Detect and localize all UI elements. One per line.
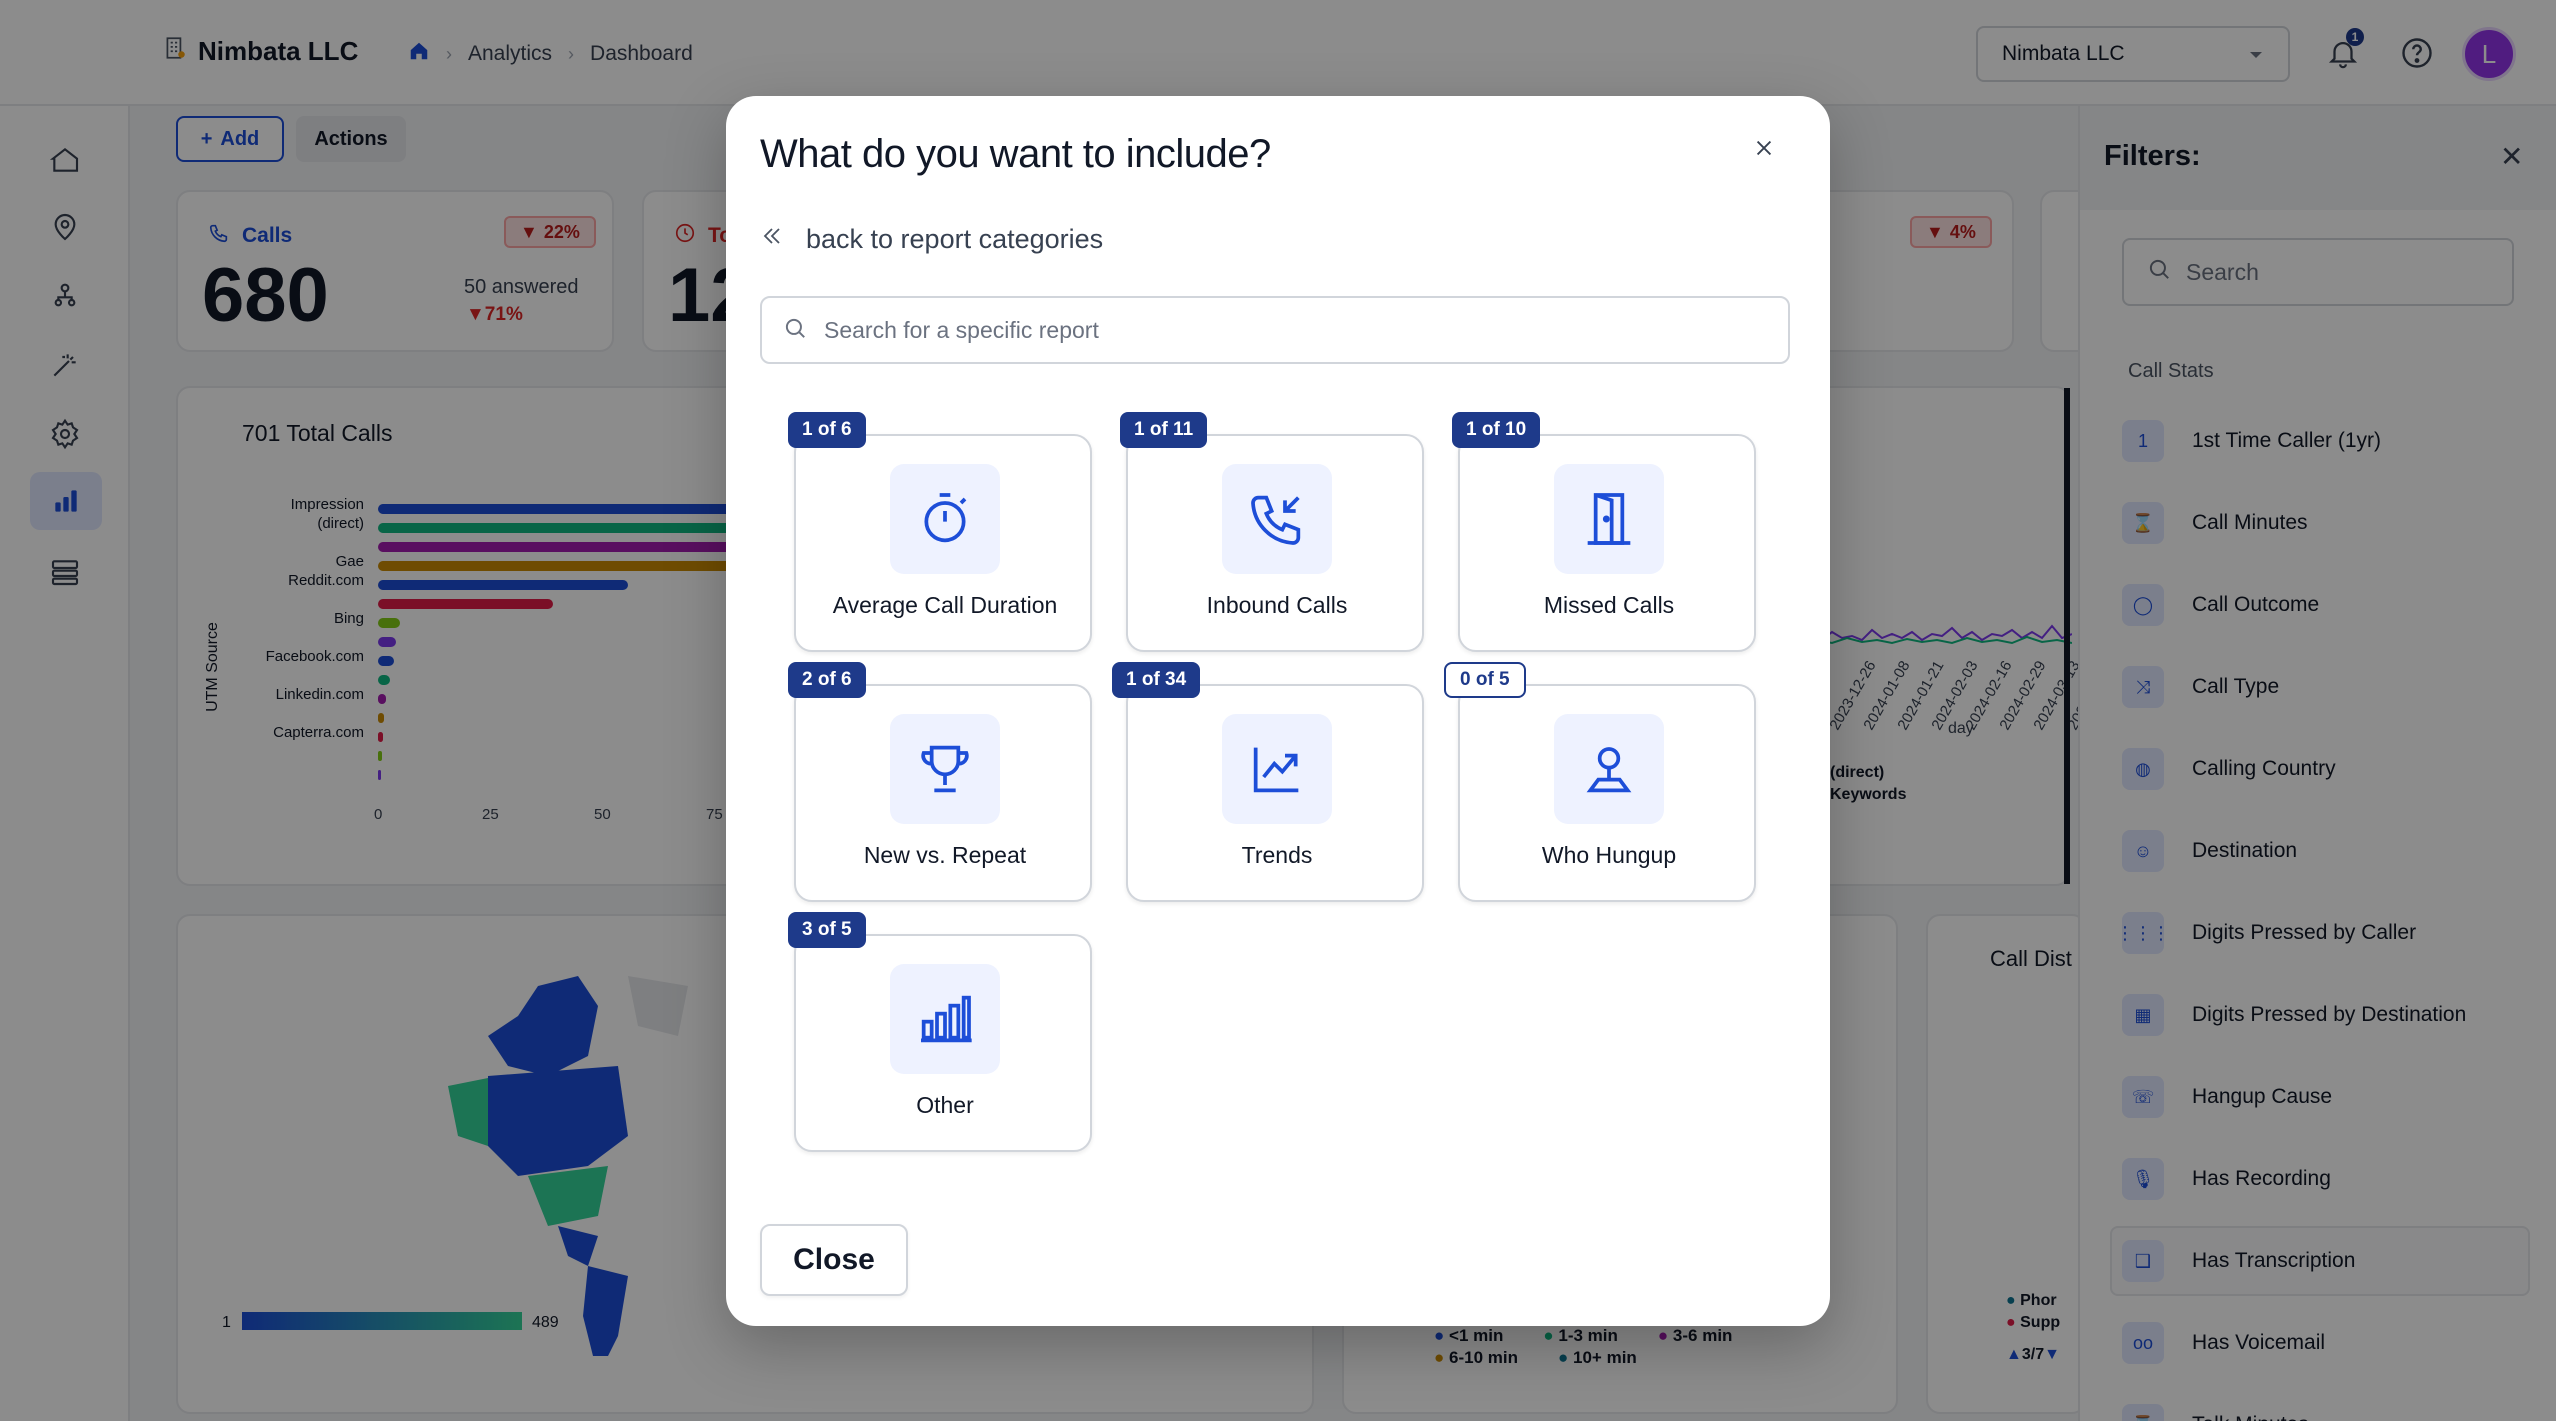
report-tile-average-call-duration[interactable]: 1 of 6 Average Call Duration bbox=[788, 412, 1092, 652]
tile-count-badge: 1 of 6 bbox=[788, 412, 866, 448]
bar-chart-icon bbox=[890, 964, 1000, 1074]
include-report-modal: What do you want to include? back to rep… bbox=[726, 96, 1830, 1326]
tile-count-badge: 1 of 34 bbox=[1112, 662, 1201, 698]
modal-close-icon[interactable] bbox=[1746, 130, 1782, 166]
report-tile-new-vs-repeat[interactable]: 2 of 6 New vs. Repeat bbox=[788, 662, 1092, 902]
phone-incoming-icon bbox=[1222, 464, 1332, 574]
tile-count-badge: 1 of 11 bbox=[1120, 412, 1208, 448]
app-shell: n. Nimbata LLC bbox=[0, 0, 2556, 1421]
trophy-icon bbox=[890, 714, 1000, 824]
tile-label: Who Hungup bbox=[1541, 842, 1677, 868]
report-search-field[interactable] bbox=[760, 296, 1790, 364]
back-link-label: back to report categories bbox=[806, 224, 1104, 254]
door-icon bbox=[1554, 464, 1664, 574]
search-icon bbox=[782, 315, 808, 346]
report-tile-other[interactable]: 3 of 5 Other bbox=[788, 912, 1092, 1152]
person-icon bbox=[1554, 714, 1664, 824]
report-tile-missed-calls[interactable]: 1 of 10 Missed Calls bbox=[1452, 412, 1756, 652]
tile-label: Inbound Calls bbox=[1206, 592, 1348, 618]
tile-label: Trends bbox=[1241, 842, 1313, 868]
close-button[interactable]: Close bbox=[760, 1224, 908, 1296]
report-tile-who-hungup[interactable]: 0 of 5 Who Hungup bbox=[1444, 662, 1756, 902]
tile-count-badge: 1 of 10 bbox=[1452, 412, 1541, 448]
report-search-input[interactable] bbox=[824, 316, 1768, 344]
tile-label: Missed Calls bbox=[1543, 592, 1675, 618]
report-tile-inbound-calls[interactable]: 1 of 11 Inbound Calls bbox=[1120, 412, 1424, 652]
tile-count-badge: 2 of 6 bbox=[788, 662, 866, 698]
tile-label: Average Call Duration bbox=[832, 592, 1058, 618]
tile-count-badge: 3 of 5 bbox=[788, 912, 866, 948]
tile-label: New vs. Repeat bbox=[863, 842, 1027, 868]
modal-title: What do you want to include? bbox=[760, 132, 1271, 176]
tile-count-badge: 0 of 5 bbox=[1444, 662, 1526, 698]
tile-label: Other bbox=[916, 1092, 974, 1118]
stopwatch-icon bbox=[890, 464, 1000, 574]
back-to-categories-link[interactable]: back to report categories bbox=[760, 224, 1103, 255]
report-tile-trends[interactable]: 1 of 34 Trends bbox=[1112, 662, 1424, 902]
trend-chart-icon bbox=[1222, 714, 1332, 824]
double-chevron-left-icon bbox=[760, 224, 784, 255]
